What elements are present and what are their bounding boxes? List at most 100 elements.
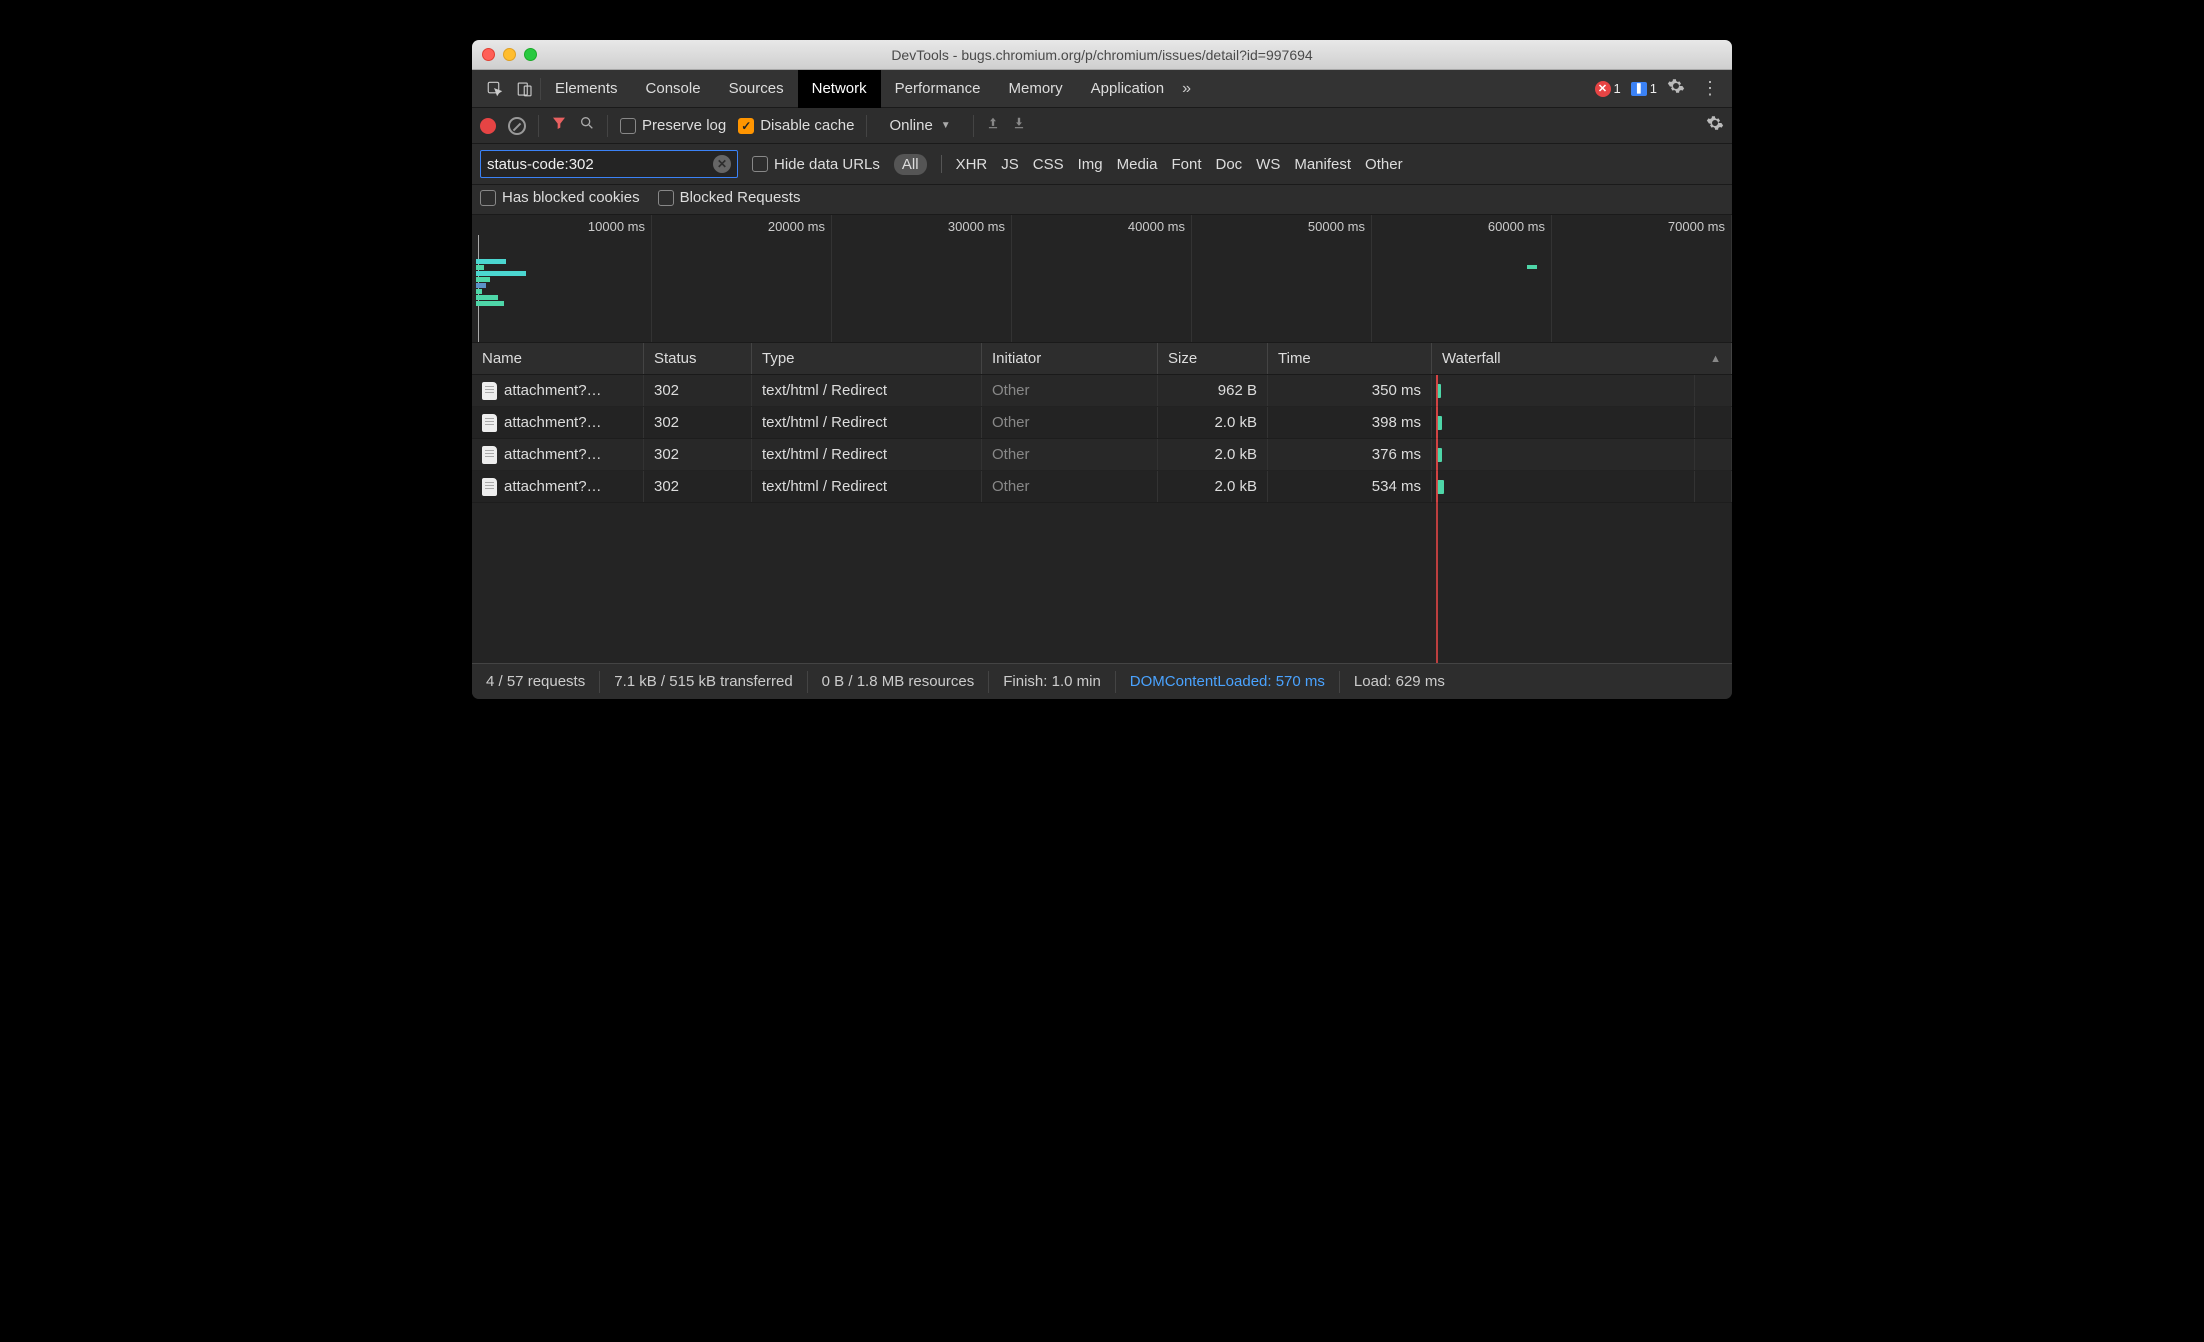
- error-icon: ✕: [1595, 81, 1611, 97]
- tab-console[interactable]: Console: [632, 70, 715, 108]
- record-button[interactable]: [480, 118, 496, 134]
- waterfall-divider: [1694, 375, 1695, 406]
- status-bar: 4 / 57 requests 7.1 kB / 515 kB transfer…: [472, 663, 1732, 699]
- overview-mark: [1527, 265, 1537, 269]
- col-name[interactable]: Name: [472, 343, 644, 374]
- filter-type-manifest[interactable]: Manifest: [1294, 156, 1351, 173]
- file-icon: [482, 446, 497, 464]
- overview-cell: 40000 ms: [1012, 215, 1192, 342]
- cell-type: text/html / Redirect: [752, 407, 982, 438]
- request-row[interactable]: attachment?…302text/html / RedirectOther…: [472, 471, 1732, 503]
- preserve-log-checkbox[interactable]: Preserve log: [620, 117, 726, 134]
- chevron-down-icon: ▼: [941, 120, 951, 131]
- hide-data-urls-checkbox[interactable]: Hide data URLs: [752, 156, 880, 173]
- cell-name: attachment?…: [472, 407, 644, 438]
- col-time[interactable]: Time: [1268, 343, 1432, 374]
- checkbox-icon: [480, 190, 496, 206]
- cell-status: 302: [644, 375, 752, 406]
- status-finish: Finish: 1.0 min: [989, 671, 1116, 693]
- filter-input[interactable]: [487, 156, 713, 173]
- col-waterfall[interactable]: Waterfall ▲: [1432, 343, 1732, 374]
- filter-type-doc[interactable]: Doc: [1215, 156, 1242, 173]
- throttling-value: Online: [889, 117, 932, 134]
- minimize-button[interactable]: [503, 48, 516, 61]
- waterfall-bar: [1437, 480, 1444, 494]
- request-name: attachment?…: [504, 446, 602, 463]
- request-row[interactable]: attachment?…302text/html / RedirectOther…: [472, 375, 1732, 407]
- overview-tick-label: 10000 ms: [588, 219, 645, 234]
- blocked-cookies-checkbox[interactable]: Has blocked cookies: [480, 189, 640, 206]
- main-tabs-bar: ElementsConsoleSourcesNetworkPerformance…: [472, 70, 1732, 108]
- type-filters: All XHR JS CSS Img Media Font Doc WS Manifest Othe…: [894, 154, 1403, 175]
- cell-size: 2.0 kB: [1158, 439, 1268, 470]
- clear-button[interactable]: [508, 117, 526, 135]
- blocked-requests-checkbox[interactable]: Blocked Requests: [658, 189, 801, 206]
- cell-status: 302: [644, 407, 752, 438]
- network-toolbar: Preserve log Disable cache Online ▼: [472, 108, 1732, 144]
- filter-type-xhr[interactable]: XHR: [956, 156, 988, 173]
- overview-cell: 50000 ms: [1192, 215, 1372, 342]
- request-row[interactable]: attachment?…302text/html / RedirectOther…: [472, 439, 1732, 471]
- filter-type-ws[interactable]: WS: [1256, 156, 1280, 173]
- tab-elements[interactable]: Elements: [541, 70, 632, 108]
- tab-sources[interactable]: Sources: [715, 70, 798, 108]
- overview-tick-label: 30000 ms: [948, 219, 1005, 234]
- tabs-overflow-icon[interactable]: »: [1178, 80, 1195, 98]
- search-icon[interactable]: [579, 115, 595, 136]
- settings-icon[interactable]: [1667, 77, 1685, 100]
- cell-waterfall: [1432, 375, 1732, 406]
- tab-performance[interactable]: Performance: [881, 70, 995, 108]
- upload-har-icon[interactable]: [986, 116, 1000, 135]
- filter-type-other[interactable]: Other: [1365, 156, 1403, 173]
- tab-network[interactable]: Network: [798, 70, 881, 108]
- file-icon: [482, 414, 497, 432]
- col-status[interactable]: Status: [644, 343, 752, 374]
- maximize-button[interactable]: [524, 48, 537, 61]
- cell-type: text/html / Redirect: [752, 471, 982, 502]
- filter-type-all[interactable]: All: [894, 154, 927, 175]
- throttling-select[interactable]: Online ▼: [879, 117, 960, 134]
- status-resources: 0 B / 1.8 MB resources: [808, 671, 990, 693]
- separator: [866, 115, 867, 137]
- cell-name: attachment?…: [472, 471, 644, 502]
- timeline-overview[interactable]: 10000 ms 20000 ms 30000 ms 40000 ms 50000 ms…: [472, 215, 1732, 343]
- filter-type-css[interactable]: CSS: [1033, 156, 1064, 173]
- cell-status: 302: [644, 471, 752, 502]
- tab-application[interactable]: Application: [1077, 70, 1178, 108]
- error-badge[interactable]: ✕ 1: [1595, 81, 1621, 97]
- blocked-requests-label: Blocked Requests: [680, 189, 801, 206]
- cell-initiator: Other: [982, 439, 1158, 470]
- status-transferred: 7.1 kB / 515 kB transferred: [600, 671, 807, 693]
- waterfall-divider: [1694, 471, 1695, 502]
- device-toolbar-icon[interactable]: [510, 74, 540, 104]
- cell-size: 2.0 kB: [1158, 407, 1268, 438]
- info-badge[interactable]: ❚ 1: [1631, 81, 1657, 96]
- network-settings-icon[interactable]: [1706, 114, 1724, 137]
- cell-time: 350 ms: [1268, 375, 1432, 406]
- file-icon: [482, 478, 497, 496]
- filter-icon[interactable]: [551, 115, 567, 136]
- col-initiator[interactable]: Initiator: [982, 343, 1158, 374]
- more-menu-icon[interactable]: ⋮: [1695, 78, 1724, 99]
- col-type[interactable]: Type: [752, 343, 982, 374]
- col-size[interactable]: Size: [1158, 343, 1268, 374]
- overview-bars: [476, 259, 526, 307]
- close-button[interactable]: [482, 48, 495, 61]
- disable-cache-checkbox[interactable]: Disable cache: [738, 117, 854, 134]
- filter-type-font[interactable]: Font: [1171, 156, 1201, 173]
- overview-tick-label: 40000 ms: [1128, 219, 1185, 234]
- download-har-icon[interactable]: [1012, 116, 1026, 135]
- checkbox-icon: [752, 156, 768, 172]
- filter-type-img[interactable]: Img: [1078, 156, 1103, 173]
- clear-filter-icon[interactable]: ✕: [713, 155, 731, 173]
- overview-cell: 70000 ms: [1552, 215, 1732, 342]
- tab-memory[interactable]: Memory: [995, 70, 1077, 108]
- filter-type-media[interactable]: Media: [1117, 156, 1158, 173]
- filter-type-js[interactable]: JS: [1001, 156, 1019, 173]
- overview-tick-label: 20000 ms: [768, 219, 825, 234]
- checkbox-icon: [658, 190, 674, 206]
- inspect-element-icon[interactable]: [480, 74, 510, 104]
- overview-cell: 30000 ms: [832, 215, 1012, 342]
- cell-waterfall: [1432, 439, 1732, 470]
- request-row[interactable]: attachment?…302text/html / RedirectOther…: [472, 407, 1732, 439]
